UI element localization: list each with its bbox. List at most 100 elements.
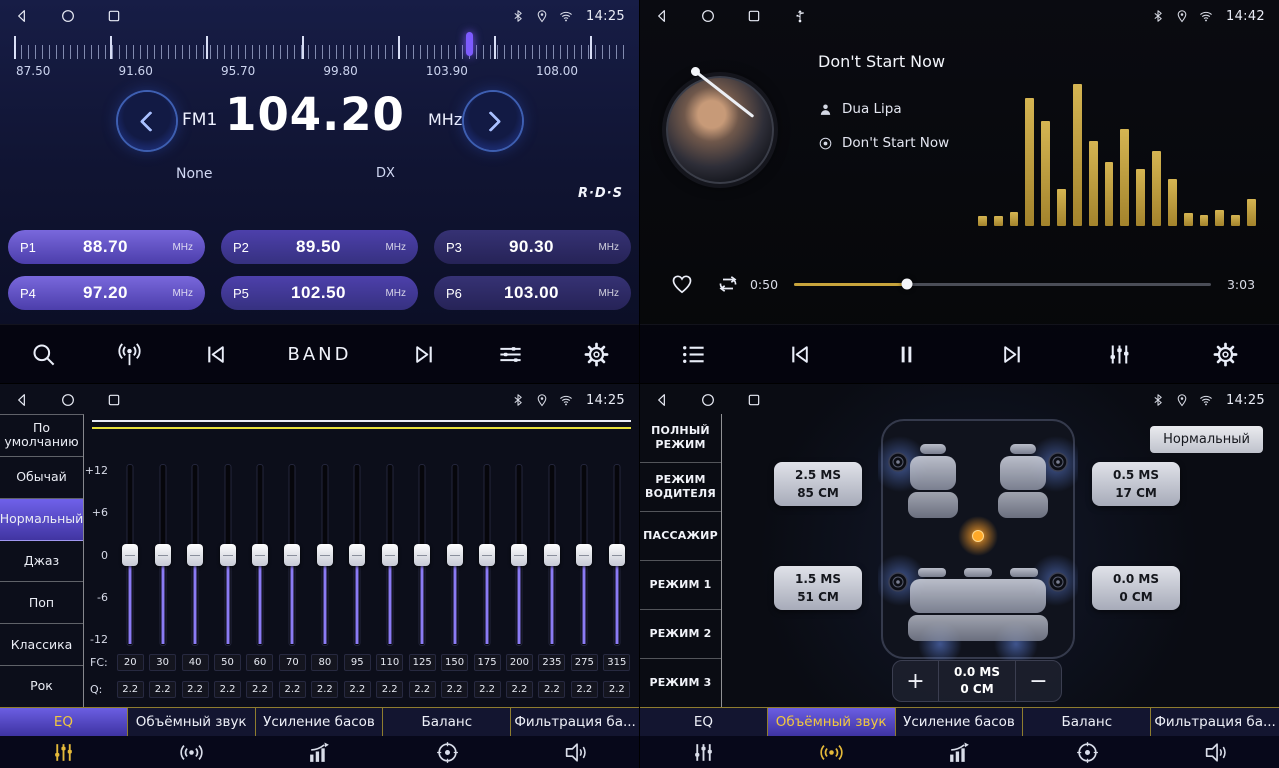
tab-bass-boost[interactable]: Усиление басов	[256, 708, 384, 736]
slider-handle[interactable]	[609, 544, 625, 566]
eq-sliders-icon[interactable]	[51, 740, 76, 765]
delay-decrease-button[interactable]: −	[1015, 661, 1061, 701]
tab-bass-boost[interactable]: Усиление басов	[896, 708, 1024, 736]
preset-p4[interactable]: P497.20MHz	[8, 276, 205, 310]
listening-mode-item[interactable]: РЕЖИМ 1	[640, 561, 721, 610]
eq-preset-item[interactable]: Обычай	[0, 457, 83, 499]
playlist-button[interactable]	[680, 341, 707, 368]
listening-mode-item[interactable]: ПАССАЖИР	[640, 512, 721, 561]
previous-station-button[interactable]	[202, 341, 229, 368]
eq-band-slider[interactable]	[478, 464, 496, 646]
listening-mode-item[interactable]: РЕЖИМ 2	[640, 610, 721, 659]
balance-icon[interactable]	[435, 740, 460, 765]
eq-band-slider[interactable]	[543, 464, 561, 646]
slider-handle[interactable]	[511, 544, 527, 566]
eq-band-slider[interactable]	[186, 464, 204, 646]
eq-band-slider[interactable]	[608, 464, 626, 646]
slider-handle[interactable]	[284, 544, 300, 566]
preset-p6[interactable]: P6103.00MHz	[434, 276, 631, 310]
slider-handle[interactable]	[122, 544, 138, 566]
eq-preset-item[interactable]: Классика	[0, 624, 83, 666]
eq-band-slider[interactable]	[154, 464, 172, 646]
eq-preset-item[interactable]: Джаз	[0, 541, 83, 583]
eq-sliders-icon[interactable]	[691, 740, 716, 765]
listening-mode-item[interactable]: РЕЖИМ 3	[640, 659, 721, 707]
eq-preset-item[interactable]: Рок	[0, 666, 83, 707]
delay-increase-button[interactable]: +	[893, 661, 939, 701]
slider-handle[interactable]	[187, 544, 203, 566]
car-seat-map[interactable]	[878, 418, 1078, 660]
back-button[interactable]	[654, 8, 670, 24]
tune-up-button[interactable]	[464, 92, 522, 150]
recent-button[interactable]	[106, 8, 122, 24]
filter-icon[interactable]	[1203, 740, 1228, 765]
preset-p5[interactable]: P5102.50MHz	[221, 276, 418, 310]
surround-sound-icon[interactable]	[819, 740, 844, 765]
tune-down-button[interactable]	[118, 92, 176, 150]
preset-p2[interactable]: P289.50MHz	[221, 230, 418, 264]
recent-button[interactable]	[746, 392, 762, 408]
recent-button[interactable]	[106, 392, 122, 408]
preset-p1[interactable]: P188.70MHz	[8, 230, 205, 264]
pause-button[interactable]	[893, 341, 920, 368]
listening-mode-item[interactable]: РЕЖИМ ВОДИТЕЛЯ	[640, 463, 721, 512]
eq-band-slider[interactable]	[413, 464, 431, 646]
audio-eq-button[interactable]	[1106, 341, 1133, 368]
auto-store-button[interactable]	[116, 341, 143, 368]
slider-handle[interactable]	[414, 544, 430, 566]
back-button[interactable]	[654, 392, 670, 408]
slider-handle[interactable]	[576, 544, 592, 566]
repeat-button[interactable]	[716, 272, 740, 296]
bass-boost-icon[interactable]	[947, 740, 972, 765]
delay-rear-left[interactable]: 1.5 MS51 CM	[774, 566, 862, 610]
delay-front-right[interactable]: 0.5 MS17 CM	[1092, 462, 1180, 506]
frequency-indicator[interactable]	[466, 32, 473, 56]
band-button[interactable]: BAND	[288, 344, 352, 365]
eq-band-slider[interactable]	[381, 464, 399, 646]
home-button[interactable]	[60, 8, 76, 24]
slider-handle[interactable]	[447, 544, 463, 566]
eq-band-slider[interactable]	[121, 464, 139, 646]
slider-handle[interactable]	[382, 544, 398, 566]
eq-band-slider[interactable]	[510, 464, 528, 646]
tab-balance[interactable]: Баланс	[1023, 708, 1151, 736]
eq-band-slider[interactable]	[283, 464, 301, 646]
audio-settings-button[interactable]	[497, 341, 524, 368]
tab-eq[interactable]: EQ	[0, 708, 128, 736]
bass-boost-icon[interactable]	[307, 740, 332, 765]
tab-balance[interactable]: Баланс	[383, 708, 511, 736]
back-button[interactable]	[14, 392, 30, 408]
recent-button[interactable]	[746, 8, 762, 24]
balance-icon[interactable]	[1075, 740, 1100, 765]
home-button[interactable]	[700, 8, 716, 24]
listening-mode-item[interactable]: ПОЛНЫЙ РЕЖИМ	[640, 414, 721, 463]
slider-handle[interactable]	[317, 544, 333, 566]
settings-button[interactable]	[1212, 341, 1239, 368]
home-button[interactable]	[60, 392, 76, 408]
slider-handle[interactable]	[349, 544, 365, 566]
tab-surround-sound[interactable]: Объёмный звук	[128, 708, 256, 736]
eq-band-slider[interactable]	[575, 464, 593, 646]
previous-track-button[interactable]	[786, 341, 813, 368]
eq-preset-item[interactable]: По умолчанию	[0, 415, 83, 457]
eq-band-slider[interactable]	[316, 464, 334, 646]
delay-front-left[interactable]: 2.5 MS85 CM	[774, 462, 862, 506]
frequency-ruler[interactable]	[14, 36, 625, 60]
tab-eq[interactable]: EQ	[640, 708, 768, 736]
filter-icon[interactable]	[563, 740, 588, 765]
preset-p3[interactable]: P390.30MHz	[434, 230, 631, 264]
slider-handle[interactable]	[479, 544, 495, 566]
delay-rear-right[interactable]: 0.0 MS0 CM	[1092, 566, 1180, 610]
favorite-button[interactable]	[670, 272, 694, 296]
tab-filter[interactable]: Фильтрация ба...	[1151, 708, 1279, 736]
seek-bar[interactable]	[794, 283, 1211, 286]
eq-band-slider[interactable]	[348, 464, 366, 646]
tab-surround-sound[interactable]: Объёмный звук	[768, 708, 896, 736]
next-track-button[interactable]	[999, 341, 1026, 368]
slider-handle[interactable]	[252, 544, 268, 566]
home-button[interactable]	[700, 392, 716, 408]
sound-preset-button[interactable]: Нормальный	[1150, 426, 1263, 453]
seek-bar-knob[interactable]	[901, 279, 912, 290]
eq-preset-item[interactable]: Нормальный	[0, 499, 83, 541]
eq-preset-item[interactable]: Поп	[0, 582, 83, 624]
